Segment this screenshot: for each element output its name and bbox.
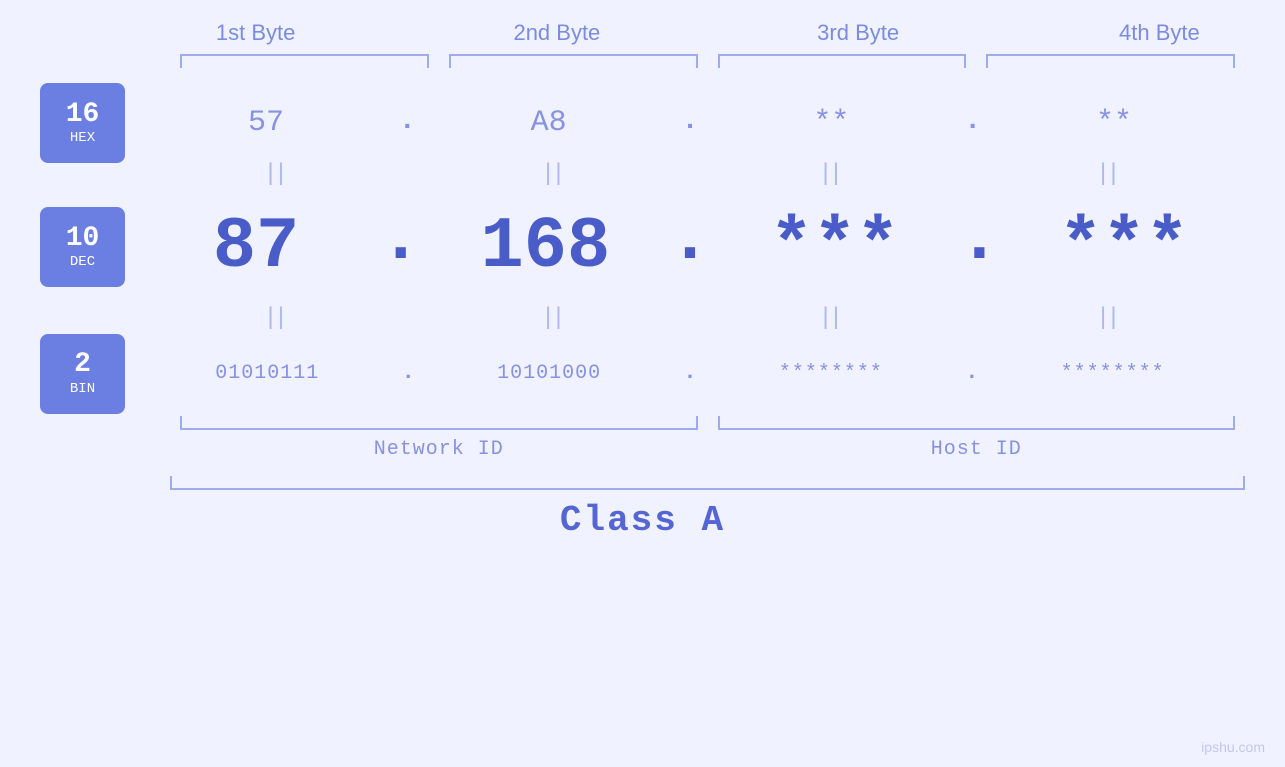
dec-row: 10 DEC 87 . 168 . *** . *** <box>40 192 1245 302</box>
byte-headers: 1st Byte 2nd Byte 3rd Byte 4th Byte <box>105 20 1285 54</box>
hex-byte4-cell: ** <box>983 106 1245 140</box>
bin-byte3-cell: ******** <box>699 362 964 385</box>
hex-byte2-cell: A8 <box>418 106 680 140</box>
dec-dot3: . <box>958 198 1001 288</box>
hex-byte4-value: ** <box>1096 106 1132 140</box>
bracket-2 <box>449 54 698 68</box>
host-bracket <box>718 416 1236 430</box>
dec-byte2-cell: 168 <box>424 206 666 288</box>
hex-byte3-cell: ** <box>700 106 962 140</box>
top-brackets <box>170 54 1245 68</box>
network-id-label: Network ID <box>170 438 708 461</box>
bin-byte1-value: 01010111 <box>215 362 319 385</box>
bottom-brackets <box>170 416 1245 430</box>
hex-byte2-value: A8 <box>531 106 567 140</box>
equals-row-2: || || || || <box>40 304 1245 334</box>
byte3-header: 3rd Byte <box>708 20 1009 54</box>
bracket-3 <box>718 54 967 68</box>
byte2-header: 2nd Byte <box>406 20 707 54</box>
dec-dot1: . <box>379 198 422 288</box>
main-container: 1st Byte 2nd Byte 3rd Byte 4th Byte 16 H… <box>0 0 1285 767</box>
equals2-3: || <box>690 307 968 331</box>
dec-byte3-value: *** <box>770 206 900 288</box>
dec-bytes-area: 87 . 168 . *** . *** <box>135 198 1245 296</box>
bracket-1 <box>180 54 429 68</box>
dec-byte1-cell: 87 <box>135 206 377 288</box>
equals2-4: || <box>968 307 1246 331</box>
bottom-labels: Network ID Host ID <box>170 438 1245 461</box>
equals-row-1: || || || || <box>40 160 1245 190</box>
bin-dot1: . <box>402 360 415 387</box>
bin-byte4-cell: ******** <box>980 362 1245 385</box>
equals2-2: || <box>413 307 691 331</box>
hex-badge-number: 16 <box>66 100 100 131</box>
outer-bracket <box>170 476 1245 490</box>
bin-dot3: . <box>965 360 978 387</box>
byte4-header: 4th Byte <box>1009 20 1285 54</box>
hex-badge-label: HEX <box>70 130 95 146</box>
dec-byte1-value: 87 <box>213 206 299 288</box>
eq-sign-2-3: || <box>818 307 839 331</box>
equals1-1: || <box>135 163 413 187</box>
network-bracket <box>180 416 698 430</box>
eq-sign-1-2: || <box>541 163 562 187</box>
bracket-4 <box>986 54 1235 68</box>
hex-dot1: . <box>399 106 416 141</box>
dec-dot2: . <box>668 198 711 288</box>
equals2-1: || <box>135 307 413 331</box>
equals1-2: || <box>413 163 691 187</box>
eq-sign-1-4: || <box>1096 163 1117 187</box>
class-label: Class A <box>40 500 1245 541</box>
bin-badge: 2 BIN <box>40 334 125 414</box>
host-id-label: Host ID <box>708 438 1246 461</box>
eq-sign-2-2: || <box>541 307 562 331</box>
hex-byte3-value: ** <box>813 106 849 140</box>
dec-byte3-cell: *** <box>714 206 956 288</box>
equals1-3: || <box>690 163 968 187</box>
eq-sign-2-4: || <box>1096 307 1117 331</box>
bin-byte2-value: 10101000 <box>497 362 601 385</box>
dec-byte4-value: *** <box>1059 206 1189 288</box>
bin-badge-number: 2 <box>74 350 91 381</box>
eq-sign-2-1: || <box>263 307 284 331</box>
equals-area-1: || || || || <box>135 163 1245 187</box>
bin-byte3-value: ******** <box>779 362 883 385</box>
hex-dot2: . <box>682 106 699 141</box>
equals1-4: || <box>968 163 1246 187</box>
bottom-section: Network ID Host ID Class A <box>40 416 1245 541</box>
bin-badge-label: BIN <box>70 381 95 397</box>
hex-byte1-cell: 57 <box>135 106 397 140</box>
hex-row: 16 HEX 57 . A8 . ** . ** <box>40 88 1245 158</box>
bin-dot2: . <box>683 360 696 387</box>
dec-byte4-cell: *** <box>1003 206 1245 288</box>
dec-badge: 10 DEC <box>40 207 125 287</box>
byte1-header: 1st Byte <box>105 20 406 54</box>
dec-badge-number: 10 <box>66 224 100 255</box>
eq-sign-1-3: || <box>818 163 839 187</box>
dec-byte2-value: 168 <box>481 206 611 288</box>
bin-bytes-area: 01010111 . 10101000 . ******** . *******… <box>135 360 1245 387</box>
hex-badge: 16 HEX <box>40 83 125 163</box>
hex-byte1-value: 57 <box>248 106 284 140</box>
hex-bytes-area: 57 . A8 . ** . ** <box>135 106 1245 141</box>
equals-area-2: || || || || <box>135 307 1245 331</box>
eq-sign-1-1: || <box>263 163 284 187</box>
bin-row: 2 BIN 01010111 . 10101000 . ******** . *… <box>40 336 1245 411</box>
hex-dot3: . <box>964 106 981 141</box>
bin-byte2-cell: 10101000 <box>417 362 682 385</box>
bin-byte1-cell: 01010111 <box>135 362 400 385</box>
dec-badge-label: DEC <box>70 254 95 270</box>
watermark: ipshu.com <box>1201 739 1265 755</box>
bin-byte4-value: ******** <box>1061 362 1165 385</box>
